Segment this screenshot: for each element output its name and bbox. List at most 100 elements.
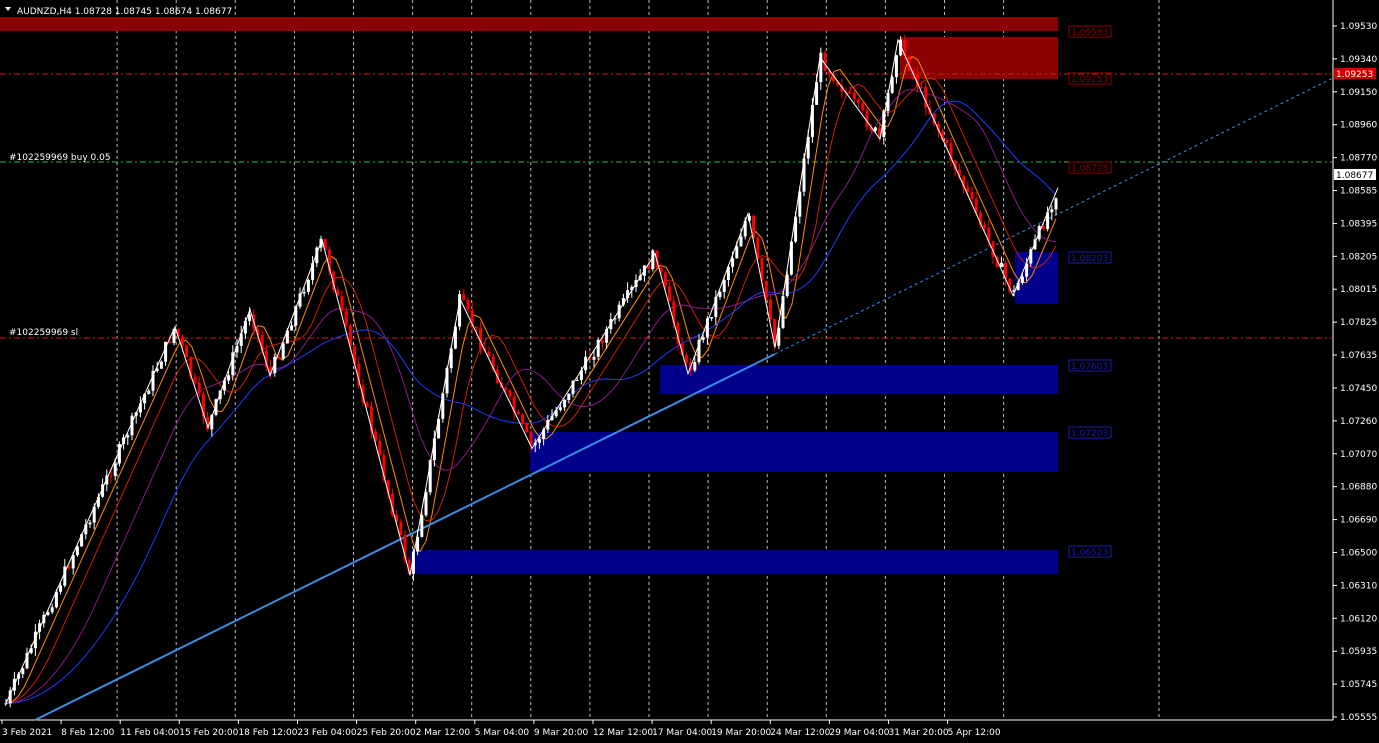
bear-candle [399, 521, 403, 535]
bull-candle [722, 280, 726, 293]
bull-candle [894, 55, 898, 78]
price-tick-label: 1.07070 [1340, 450, 1377, 460]
price-tick-label: 1.06120 [1340, 614, 1377, 624]
bear-candle [462, 294, 466, 300]
bear-candle [109, 475, 113, 477]
bear-candle [197, 382, 201, 394]
bull-candle [1020, 276, 1024, 283]
bull-candle [731, 258, 735, 267]
demand-zone-4 [410, 550, 1058, 574]
bull-candle [693, 362, 697, 371]
bull-candle [281, 343, 285, 359]
bear-candle [970, 192, 974, 199]
bull-candle [563, 400, 567, 408]
bull-candle [113, 463, 117, 476]
bull-candle [537, 439, 541, 443]
bear-candle [277, 356, 281, 359]
bear-candle [920, 86, 924, 88]
bear-candle [168, 341, 172, 343]
price-tick-label: 1.06880 [1340, 483, 1377, 493]
demand-zone-2 [660, 365, 1058, 394]
price-tick-label: 1.07450 [1340, 384, 1377, 394]
bull-candle [302, 291, 306, 294]
time-tick-label: 24 Mar 12:00 [770, 728, 830, 738]
bull-candle [227, 375, 231, 381]
price-tick-label: 1.07260 [1340, 417, 1377, 427]
bull-candle [735, 246, 739, 259]
buy-order-label: #102259969 buy 0.05 [9, 153, 111, 163]
sl-order-label: #102259969 sl [9, 328, 78, 338]
price-tick-label: 1.06500 [1340, 548, 1377, 558]
time-tick-label: 18 Feb 12:00 [238, 728, 297, 738]
bear-candle [67, 566, 71, 569]
triangle-down-icon[interactable] [5, 7, 11, 11]
time-tick-label: 31 Mar 20:00 [889, 728, 949, 738]
price-tick-label: 1.08960 [1340, 121, 1377, 131]
bull-candle [710, 317, 714, 319]
zone-label: 1.08728 [1071, 164, 1108, 174]
bear-candle [340, 296, 344, 311]
price-tick-label: 1.06310 [1340, 581, 1377, 591]
bear-candle [823, 52, 827, 71]
bull-candle [424, 492, 428, 516]
trendline-extension[interactable] [774, 77, 1334, 355]
time-tick-label: 23 Feb 04:00 [298, 728, 357, 738]
zone-label: 1.07603 [1071, 362, 1108, 372]
price-tick-label: 1.08395 [1340, 219, 1377, 229]
zone-label: 1.09583 [1071, 28, 1108, 38]
zone-label: 1.06523 [1071, 548, 1108, 558]
bull-candle [739, 236, 743, 247]
chart-canvas[interactable]: AUDNZD,H4 1.08728 1.08745 1.08674 1.0867… [0, 0, 1379, 743]
price-axis[interactable]: 1.09530 1.09340 1.09150 1.08960 1.08770 1.085… [1333, 22, 1377, 723]
bear-candle [185, 345, 189, 358]
bull-candle [126, 435, 130, 438]
bear-candle [508, 390, 512, 397]
zones-layer [0, 17, 1058, 574]
bull-candle [592, 356, 596, 360]
price-tick-label: 1.05555 [1340, 713, 1377, 723]
price-tick-label: 1.07825 [1340, 318, 1377, 328]
zone-labels: 1.09583 1.09253 1.08728 1.08203 1.07603 … [1068, 25, 1112, 558]
zone-label: 1.07203 [1071, 429, 1108, 439]
price-tick-label: 1.05935 [1340, 647, 1377, 657]
bear-candle [193, 376, 197, 383]
bull-candle [810, 104, 814, 137]
bear-candle [663, 272, 667, 287]
bull-candle [248, 314, 252, 322]
time-tick-label: 9 Mar 20:00 [534, 728, 589, 738]
time-tick-label: 2 Mar 12:00 [416, 728, 471, 738]
price-tick-label: 1.09150 [1340, 88, 1377, 98]
time-tick-label: 11 Feb 04:00 [120, 728, 179, 738]
bull-candle [567, 393, 571, 401]
time-tick-label: 8 Feb 12:00 [61, 728, 115, 738]
symbol-info: AUDNZD,H4 1.08728 1.08745 1.08674 1.0867… [17, 7, 232, 17]
bear-candle [180, 336, 184, 346]
bull-candle [147, 390, 151, 395]
bear-candle [668, 286, 672, 302]
time-tick-label: 15 Feb 20:00 [179, 728, 238, 738]
bear-candle [466, 299, 470, 310]
time-tick-label: 25 Feb 20:00 [357, 728, 416, 738]
time-tick-label: 17 Mar 04:00 [652, 728, 712, 738]
bear-candle [525, 423, 529, 433]
current-price-label: 1.08677 [1336, 171, 1373, 181]
chart-window[interactable]: AUDNZD,H4 1.08728 1.08745 1.08674 1.0867… [0, 0, 1379, 743]
bull-candle [718, 292, 722, 297]
bear-candle [487, 351, 491, 357]
zone-label: 1.08203 [1071, 254, 1108, 264]
time-axis[interactable]: 3 Feb 2021 8 Feb 12:00 11 Feb 04:00 15 Feb … [1, 720, 1001, 738]
bear-candle [378, 441, 382, 456]
bear-candle [365, 402, 369, 407]
bear-candle [983, 224, 987, 228]
bull-candle [1054, 198, 1058, 210]
bull-candle [701, 337, 705, 340]
bull-candle [306, 279, 310, 292]
price-tick-label: 1.08770 [1340, 154, 1377, 164]
bear-candle [865, 110, 869, 127]
bear-candle [521, 414, 525, 424]
bear-candle [966, 186, 970, 193]
supply-zone-top [0, 17, 1058, 31]
time-tick-label: 12 Mar 12:00 [593, 728, 653, 738]
bull-candle [50, 607, 54, 613]
time-tick-label: 5 Mar 04:00 [475, 728, 530, 738]
